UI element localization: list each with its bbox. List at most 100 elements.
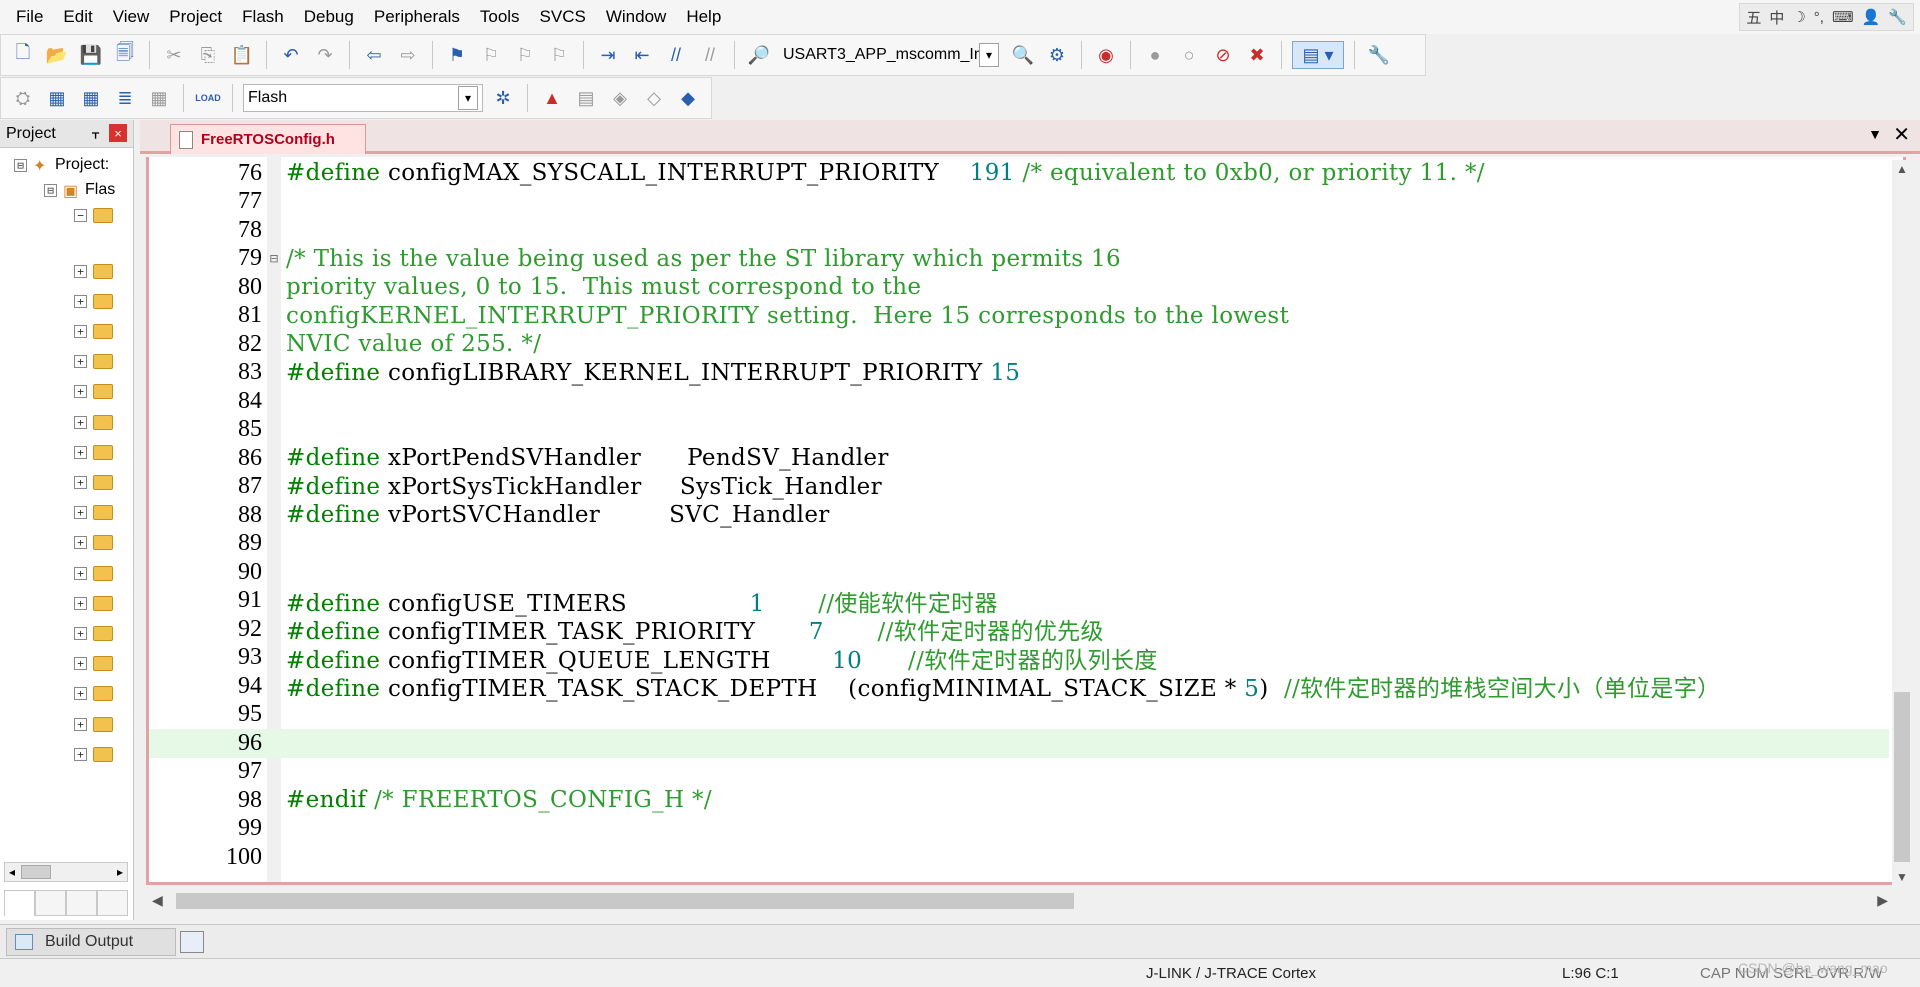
code-line[interactable]: 92 #define configTIMER_TASK_PRIORITY 7 //…: [149, 615, 1889, 646]
expand-icon[interactable]: +: [74, 355, 87, 369]
undo-icon[interactable]: ↶: [277, 41, 305, 69]
code-line[interactable]: 90: [149, 558, 1889, 587]
close-icon[interactable]: ×: [109, 124, 127, 142]
tab-freertosconfig[interactable]: FreeRTOSConfig.h: [170, 124, 366, 154]
code-line[interactable]: 100: [149, 843, 1889, 872]
next-bookmark-icon[interactable]: ⚐: [511, 41, 539, 69]
close-icon[interactable]: ✕: [1893, 122, 1910, 147]
expand-icon[interactable]: +: [74, 294, 87, 308]
tab-functions[interactable]: [66, 890, 97, 916]
save-icon[interactable]: 💾: [77, 41, 105, 69]
navigate-back-icon[interactable]: ⇦: [360, 41, 388, 69]
code-line[interactable]: 77: [149, 188, 1889, 217]
debug-session-icon[interactable]: ◉: [1092, 41, 1120, 69]
code-line[interactable]: 98 #endif /* FREERTOS_CONFIG_H */: [149, 786, 1889, 815]
menu-tools[interactable]: Tools: [470, 0, 530, 34]
tree-item-group[interactable]: +: [74, 260, 113, 282]
scroll-down-icon[interactable]: ▼: [1896, 870, 1908, 884]
code-line[interactable]: 85: [149, 416, 1889, 445]
collapse-icon[interactable]: ⊟: [14, 158, 27, 172]
find-in-files-tab-icon[interactable]: [180, 931, 204, 953]
tray-icon[interactable]: 中: [1769, 7, 1784, 28]
code-editor[interactable]: 76 #define configMAX_SYSCALL_INTERRUPT_PR…: [146, 157, 1906, 885]
code-line[interactable]: 93 #define configTIMER_QUEUE_LENGTH 10 //…: [149, 644, 1889, 674]
indent-icon[interactable]: ⇥: [594, 41, 622, 69]
menu-flash[interactable]: Flash: [232, 0, 294, 34]
scroll-right-icon[interactable]: ▸: [117, 865, 123, 879]
expand-icon[interactable]: +: [74, 324, 87, 338]
code-line[interactable]: 86 #define xPortPendSVHandler PendSV_Hand…: [149, 444, 1889, 473]
select-packs-icon[interactable]: ◈: [606, 84, 634, 112]
download-icon[interactable]: LOAD: [194, 84, 222, 112]
code-line[interactable]: 84: [149, 387, 1889, 416]
code-line[interactable]: 97: [149, 758, 1889, 787]
fold-collapse-icon[interactable]: ⊟: [262, 251, 286, 267]
code-line[interactable]: 80 priority values, 0 to 15. This must co…: [149, 273, 1889, 302]
tray-icon[interactable]: ☽: [1792, 8, 1805, 26]
open-file-icon[interactable]: 📂: [43, 41, 71, 69]
tree-item-group[interactable]: +: [74, 502, 113, 524]
tray-icon[interactable]: °,: [1814, 9, 1824, 26]
manage-components-icon[interactable]: ▲: [538, 84, 566, 112]
save-all-icon[interactable]: 🗐: [111, 41, 139, 69]
tree-item-group[interactable]: +: [74, 743, 113, 765]
expand-icon[interactable]: +: [74, 506, 87, 520]
copy-icon[interactable]: ⎘: [194, 41, 222, 69]
code-line[interactable]: 76 #define configMAX_SYSCALL_INTERRUPT_PR…: [149, 159, 1889, 188]
tray-icon[interactable]: 五: [1746, 7, 1761, 28]
tree-item-group[interactable]: +: [74, 471, 113, 493]
menu-file[interactable]: File: [6, 0, 53, 34]
bookmark-icon[interactable]: ⚑: [443, 41, 471, 69]
code-line[interactable]: 88 #define vPortSVCHandler SVC_Handler: [149, 501, 1889, 530]
menu-debug[interactable]: Debug: [294, 0, 364, 34]
file-extensions-icon[interactable]: ▤: [572, 84, 600, 112]
unindent-icon[interactable]: ⇤: [628, 41, 656, 69]
cut-icon[interactable]: ✂: [160, 41, 188, 69]
code-line[interactable]: 89: [149, 530, 1889, 559]
disable-breakpoints-icon[interactable]: ⊘: [1209, 41, 1237, 69]
tree-item-group[interactable]: +: [74, 351, 113, 373]
tree-item-group[interactable]: +: [74, 411, 113, 433]
chevron-down-icon[interactable]: ▾: [979, 43, 999, 67]
code-line[interactable]: 79 ⊟/* This is the value being used as pe…: [149, 245, 1889, 274]
tree-item-group[interactable]: +: [74, 381, 113, 403]
prev-bookmark-icon[interactable]: ⚐: [477, 41, 505, 69]
expand-icon[interactable]: +: [74, 415, 87, 429]
code-line[interactable]: 99: [149, 815, 1889, 844]
menu-svcs[interactable]: SVCS: [530, 0, 596, 34]
tree-item-group[interactable]: +: [74, 592, 113, 614]
translate-icon[interactable]: ⛭: [9, 84, 37, 112]
menu-help[interactable]: Help: [676, 0, 731, 34]
expand-icon[interactable]: +: [74, 657, 87, 671]
code-line[interactable]: 81 configKERNEL_INTERRUPT_PRIORITY settin…: [149, 302, 1889, 331]
clear-bookmarks-icon[interactable]: ⚐: [545, 41, 573, 69]
expand-icon[interactable]: +: [74, 475, 87, 489]
menu-project[interactable]: Project: [159, 0, 232, 34]
tray-icon[interactable]: 👤: [1862, 8, 1881, 26]
pin-icon[interactable]: ᚁ: [92, 124, 99, 141]
code-line[interactable]: 95: [149, 701, 1889, 730]
batch-build-icon[interactable]: ≣: [111, 84, 139, 112]
expand-icon[interactable]: +: [74, 626, 87, 640]
expand-icon[interactable]: +: [74, 445, 87, 459]
expand-icon[interactable]: +: [74, 566, 87, 580]
redo-icon[interactable]: ↷: [311, 41, 339, 69]
code-line[interactable]: 83 #define configLIBRARY_KERNEL_INTERRUPT…: [149, 359, 1889, 388]
target-select[interactable]: USART3_APP_mscomm_In ▾: [779, 41, 1003, 69]
expand-icon[interactable]: +: [74, 536, 87, 550]
tree-item-group[interactable]: +: [74, 441, 113, 463]
tab-project[interactable]: [4, 890, 35, 916]
navigate-forward-icon[interactable]: ⇨: [394, 41, 422, 69]
tree-item-group[interactable]: +: [74, 713, 113, 735]
scroll-left-icon[interactable]: ◂: [9, 865, 15, 879]
expand-icon[interactable]: +: [74, 264, 87, 278]
pack-installer-icon[interactable]: ◇: [640, 84, 668, 112]
tab-list-icon[interactable]: ▼: [1868, 126, 1882, 142]
scroll-up-icon[interactable]: ▲: [1896, 162, 1908, 176]
tree-item-group[interactable]: +: [74, 320, 113, 342]
menu-peripherals[interactable]: Peripherals: [364, 0, 470, 34]
find-icon[interactable]: 🔍: [1009, 41, 1037, 69]
scrollbar-thumb[interactable]: [176, 893, 1074, 909]
find-in-files-icon[interactable]: 🔎: [745, 41, 773, 69]
code-line[interactable]: 78: [149, 216, 1889, 245]
